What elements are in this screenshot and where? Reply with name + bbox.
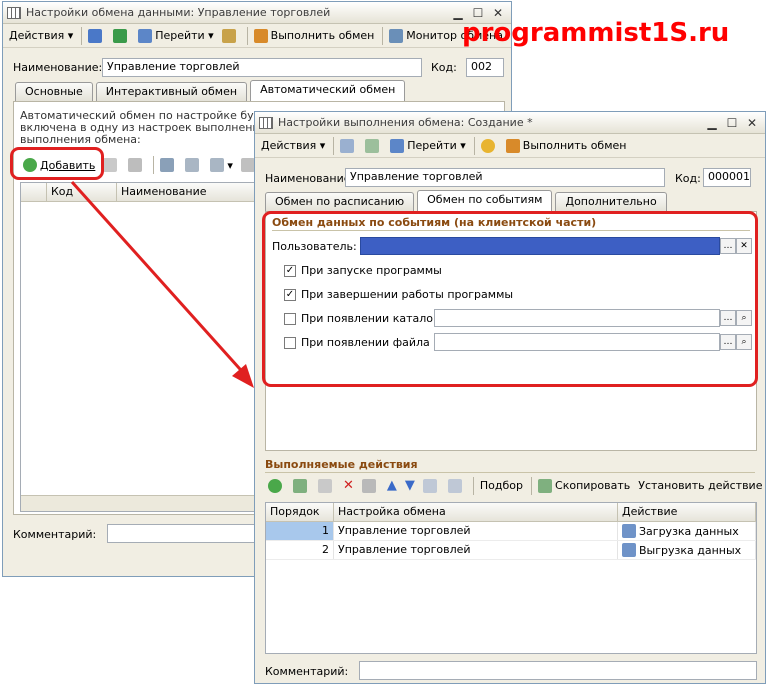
- window-title: Настройки выполнения обмена: Создание *: [278, 116, 533, 129]
- delete-icon[interactable]: ✕: [340, 476, 357, 495]
- code-field[interactable]: 000001: [703, 168, 751, 187]
- tab-events[interactable]: Обмен по событиям: [417, 190, 553, 211]
- tabs: Обмен по расписанию Обмен по событиям До…: [265, 190, 670, 211]
- execute-exchange-button[interactable]: Выполнить обмен: [503, 137, 630, 155]
- copy-button[interactable]: Скопировать: [535, 477, 633, 495]
- add-icon[interactable]: [265, 477, 288, 495]
- copy-icon[interactable]: [290, 477, 313, 495]
- comment-label: Комментарий:: [265, 665, 349, 678]
- column-setting[interactable]: Настройка обмена: [334, 503, 618, 521]
- sort-descending-icon[interactable]: [445, 477, 468, 495]
- exchange-icon: [505, 138, 520, 153]
- copy-plus-icon: [538, 478, 553, 493]
- edit-icon[interactable]: [315, 477, 338, 495]
- sort-ascending-icon[interactable]: [420, 477, 443, 495]
- table-row[interactable]: 2 Управление торговлей Выгрузка данных: [266, 541, 756, 560]
- title-bar: Настройки выполнения обмена: Создание * …: [255, 112, 765, 134]
- move-up-icon[interactable]: ▲: [384, 476, 400, 495]
- move-down-icon[interactable]: ▼: [402, 476, 418, 495]
- cell-action[interactable]: Выгрузка данных: [618, 541, 756, 559]
- minimize-icon[interactable]: ▁: [703, 115, 721, 131]
- actions-menu[interactable]: Действия ▾: [258, 137, 328, 154]
- cell-order[interactable]: 1: [266, 522, 334, 540]
- unload-data-icon: [622, 543, 636, 557]
- grid-header: Порядок Настройка обмена Действие: [266, 503, 756, 522]
- column-action[interactable]: Действие: [618, 503, 756, 521]
- set-action-button[interactable]: Установить действие: [635, 477, 765, 494]
- tab-schedule[interactable]: Обмен по расписанию: [265, 192, 415, 211]
- code-label: Код:: [675, 172, 701, 185]
- goto-icon: [390, 138, 405, 153]
- cell-action[interactable]: Загрузка данных: [618, 522, 756, 540]
- actions-toolbar: ✕ ▲ ▼ Подбор Скопировать Установить дейс…: [265, 476, 767, 495]
- toolbar: Действия ▾ Перейти ▾ Выполнить обмен: [255, 134, 765, 158]
- load-data-icon: [622, 524, 636, 538]
- highlight-events-panel: [262, 211, 758, 387]
- cell-setting[interactable]: Управление торговлей: [334, 541, 618, 559]
- tab-additional[interactable]: Дополнительно: [555, 192, 667, 211]
- select-button[interactable]: Подбор: [477, 477, 526, 494]
- name-field[interactable]: Управление торговлей: [345, 168, 665, 187]
- name-label: Наименование:: [265, 172, 355, 185]
- close-icon[interactable]: ✕: [743, 115, 761, 131]
- exchange-execution-window: Настройки выполнения обмена: Создание * …: [254, 111, 766, 684]
- form-icon: [259, 116, 273, 129]
- goto-menu[interactable]: Перейти ▾: [387, 137, 469, 155]
- maximize-icon[interactable]: ☐: [723, 115, 741, 131]
- help-icon[interactable]: [478, 137, 501, 155]
- refresh-icon[interactable]: [362, 137, 385, 155]
- column-order[interactable]: Порядок: [266, 503, 334, 521]
- cell-order[interactable]: 2: [266, 541, 334, 559]
- end-edit-icon[interactable]: [359, 477, 382, 495]
- actions-grid: Порядок Настройка обмена Действие 1 Упра…: [265, 502, 757, 654]
- comment-field[interactable]: [359, 661, 757, 680]
- cell-setting[interactable]: Управление торговлей: [334, 522, 618, 540]
- actions-section-title: Выполняемые действия: [265, 458, 418, 471]
- save-icon[interactable]: [337, 137, 360, 155]
- table-row[interactable]: 1 Управление торговлей Загрузка данных: [266, 522, 756, 541]
